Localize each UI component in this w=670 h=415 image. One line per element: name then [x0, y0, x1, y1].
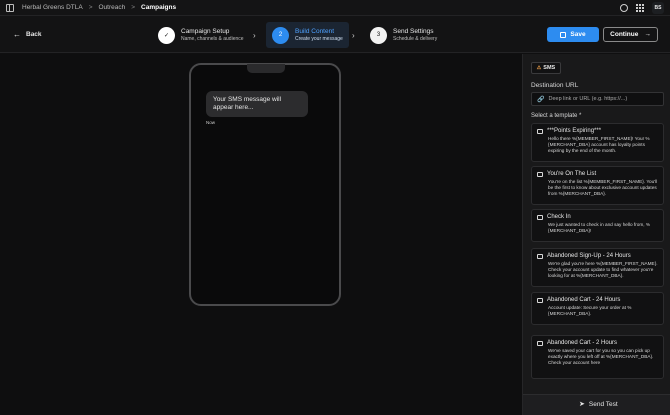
breadcrumb: Herbal Greens DTLA > Outreach > Campaign… — [22, 4, 176, 11]
template-body: Account update: Secure your order at %{M… — [548, 305, 632, 317]
breadcrumb-item-outreach[interactable]: Outreach — [99, 4, 126, 11]
arrow-right-icon: → — [644, 31, 651, 38]
apps-grid-icon[interactable] — [636, 4, 644, 12]
sms-preview-area: Your SMS message will appear here... Now — [0, 54, 522, 415]
chevron-right-icon: › — [253, 31, 256, 40]
step-subtitle: Name, channels & audience — [181, 35, 244, 42]
send-test-label: Send Test — [588, 400, 618, 408]
breadcrumb-separator: > — [131, 4, 136, 11]
warning-icon: ⚠ — [536, 65, 542, 71]
template-card[interactable]: You're On The List You're on the list %{… — [531, 166, 664, 205]
step-title: Build Content — [295, 27, 335, 35]
message-icon — [537, 340, 543, 346]
step-bar: ← Back ✓ Campaign Setup Name, channels &… — [0, 16, 670, 53]
template-body: Hello there %{MEMBER_FIRST_NAME}! Your %… — [548, 136, 650, 154]
send-test-button[interactable]: ➤ Send Test — [579, 400, 618, 409]
check-icon: ✓ — [158, 26, 175, 44]
breadcrumb-item-campaigns[interactable]: Campaigns — [141, 4, 176, 11]
template-title: Abandoned Sign-Up - 24 Hours — [547, 253, 631, 259]
content-panel: ⚠ SMS Destination URL 🔗 Select a templat… — [522, 54, 670, 415]
send-icon: ➤ — [579, 401, 585, 408]
template-title: Abandoned Cart - 24 Hours — [547, 297, 621, 303]
phone-notch — [247, 64, 285, 73]
arrow-left-icon: ← — [13, 30, 21, 39]
save-button[interactable]: Save — [547, 27, 599, 42]
save-label: Save — [570, 31, 586, 38]
step-subtitle: Create your message — [295, 35, 343, 42]
template-select-label: Select a template * — [531, 113, 582, 119]
template-card[interactable]: Abandoned Cart - 2 Hours We've saved you… — [531, 335, 664, 379]
template-body: We're glad you're here %{MEMBER_FIRST_NA… — [548, 261, 658, 279]
step-subtitle: Schedule & delivery — [393, 35, 438, 42]
template-title: You're On The List — [547, 171, 597, 177]
template-card[interactable]: ***Points Expiring*** Hello there %{MEMB… — [531, 123, 664, 162]
avatar[interactable]: BS — [652, 2, 664, 14]
template-card[interactable]: Abandoned Cart - 24 Hours Account update… — [531, 292, 664, 325]
back-button[interactable]: ← Back — [13, 30, 42, 39]
template-title: Abandoned Cart - 2 Hours — [547, 340, 618, 346]
message-bubble: Your SMS message will appear here... — [206, 91, 308, 117]
step-number: 3 — [370, 26, 387, 44]
destination-url-label: Destination URL — [531, 82, 579, 89]
message-timestamp: Now — [206, 120, 216, 125]
top-bar: Herbal Greens DTLA > Outreach > Campaign… — [0, 0, 670, 16]
step-title: Send Settings — [393, 27, 434, 35]
template-body: We've saved your cart for you so you can… — [548, 348, 654, 366]
link-icon: 🔗 — [537, 96, 545, 103]
send-test-bar: ➤ Send Test — [523, 394, 670, 415]
message-icon — [537, 128, 543, 134]
save-icon — [560, 31, 567, 38]
tab-sms[interactable]: ⚠ SMS — [531, 62, 561, 74]
tab-sms-label: SMS — [543, 65, 556, 71]
chevron-right-icon: › — [352, 31, 355, 40]
step-number: 2 — [272, 26, 289, 44]
template-card[interactable]: Check In We just wanted to check in and … — [531, 209, 664, 242]
sidebar-toggle-icon[interactable] — [6, 3, 14, 12]
step-build-content[interactable]: 2 Build Content Create your message — [266, 22, 349, 48]
step-send-settings[interactable]: 3 Send Settings Schedule & delivery — [370, 22, 437, 48]
breadcrumb-item-merchant[interactable]: Herbal Greens DTLA — [22, 4, 83, 11]
continue-label: Continue — [610, 31, 639, 38]
back-label: Back — [26, 31, 42, 38]
template-card[interactable]: Abandoned Sign-Up - 24 Hours We're glad … — [531, 248, 664, 287]
phone-mockup: Your SMS message will appear here... Now — [189, 63, 341, 306]
template-body: We just wanted to check in and say hello… — [548, 222, 651, 234]
destination-url-input[interactable] — [548, 96, 659, 102]
continue-button[interactable]: Continue → — [603, 27, 658, 42]
breadcrumb-separator: > — [88, 4, 93, 11]
template-title: ***Points Expiring*** — [547, 128, 602, 134]
template-title: Check In — [547, 214, 571, 220]
message-icon — [537, 253, 543, 259]
destination-url-field[interactable]: 🔗 — [531, 92, 664, 106]
template-body: You're on the list %{MEMBER_FIRST_NAME}.… — [548, 179, 658, 197]
chat-icon[interactable] — [620, 4, 628, 12]
message-icon — [537, 297, 543, 303]
message-icon — [537, 214, 543, 220]
step-title: Campaign Setup — [181, 27, 230, 35]
step-campaign-setup[interactable]: ✓ Campaign Setup Name, channels & audien… — [158, 22, 244, 48]
message-icon — [537, 171, 543, 177]
